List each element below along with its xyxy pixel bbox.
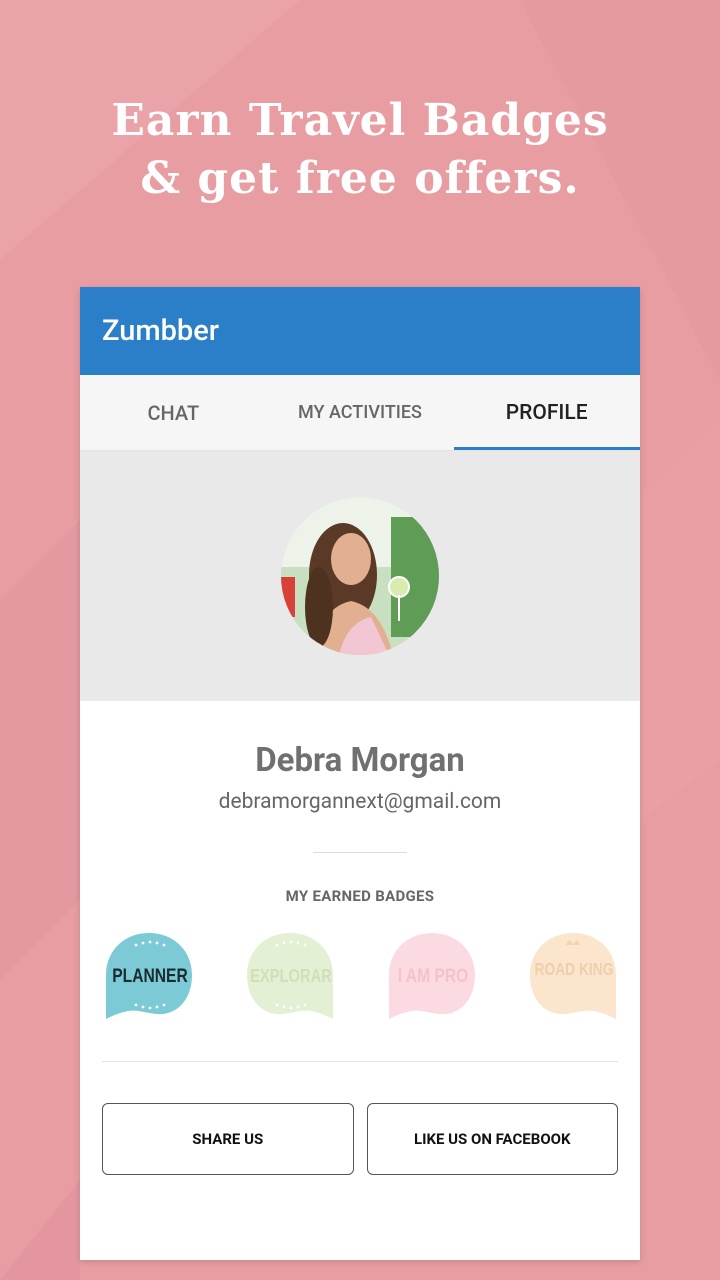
- badge-road-king[interactable]: ROAD KING: [528, 929, 618, 1021]
- tab-profile[interactable]: PROFILE: [453, 375, 640, 450]
- active-tab-indicator: [454, 447, 640, 450]
- tab-chat[interactable]: CHAT: [80, 375, 267, 450]
- profile-cover: [80, 451, 640, 701]
- action-buttons: SHARE US LIKE US ON FACEBOOK: [80, 1062, 640, 1175]
- share-us-button[interactable]: SHARE US: [102, 1103, 354, 1175]
- avatar-photo: [281, 497, 439, 655]
- profile-name: Debra Morgan: [255, 741, 465, 780]
- badge-i-am-pro[interactable]: I AM PRO: [387, 929, 477, 1021]
- tab-my-activities[interactable]: MY ACTIVITIES: [267, 375, 454, 450]
- promo-headline: Earn Travel Badges & get free offers.: [0, 92, 720, 208]
- divider: [313, 852, 407, 853]
- like-facebook-button[interactable]: LIKE US ON FACEBOOK: [366, 1103, 618, 1175]
- headline-line-2: & get free offers.: [140, 153, 580, 204]
- profile-info: Debra Morgan debramorgannext@gmail.com M…: [80, 741, 640, 905]
- badge-label-explorar: EXPLORAR: [250, 965, 332, 986]
- app-screen: Zumbber CHAT MY ACTIVITIES PROFILE Debra…: [80, 287, 640, 1260]
- badge-label-planner: PLANNER: [112, 964, 188, 986]
- badge-planner[interactable]: PLANNER: [104, 929, 194, 1021]
- badge-explorar[interactable]: EXPLORAR: [245, 929, 335, 1021]
- badge-label-road-king: ROAD KING: [535, 961, 614, 980]
- avatar[interactable]: [281, 497, 439, 655]
- app-title: Zumbber: [102, 314, 219, 348]
- badges-row: PLANNER EXPLORAR I AM PRO ROAD KING: [80, 929, 640, 1039]
- badge-label-i-am-pro: I AM PRO: [398, 964, 469, 986]
- tab-bar: CHAT MY ACTIVITIES PROFILE: [80, 375, 640, 451]
- badges-section-title: MY EARNED BADGES: [285, 887, 435, 905]
- app-bar: Zumbber: [80, 287, 640, 375]
- headline-line-1: Earn Travel Badges: [111, 95, 609, 146]
- profile-email: debramorgannext@gmail.com: [218, 790, 502, 814]
